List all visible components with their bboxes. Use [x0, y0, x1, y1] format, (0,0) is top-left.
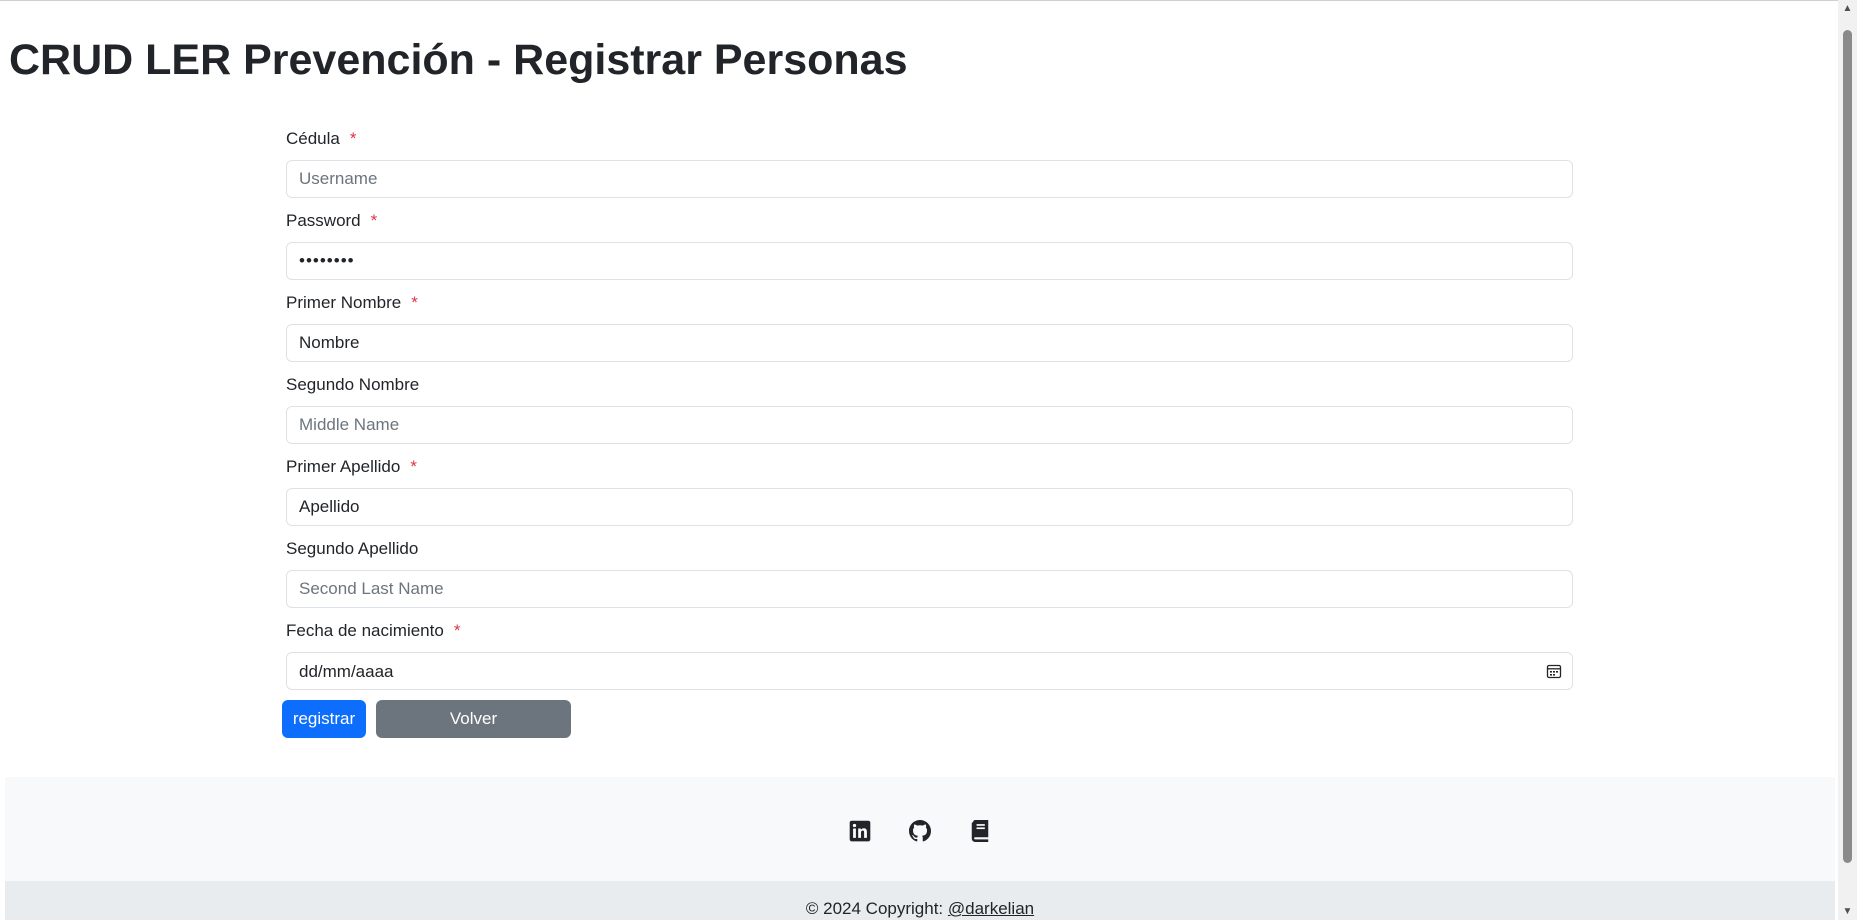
required-mark: *	[411, 293, 418, 312]
required-mark: *	[349, 129, 357, 148]
segundo-apellido-label: Segundo Apellido	[286, 538, 418, 560]
footer-social-section	[5, 777, 1835, 881]
primer-apellido-label: Primer Apellido *	[286, 456, 417, 478]
scrollbar-thumb[interactable]	[1843, 30, 1852, 863]
github-icon[interactable]	[909, 820, 931, 842]
required-mark: *	[453, 621, 461, 640]
scroll-down-arrow-icon[interactable]: ▼	[1838, 903, 1857, 920]
segundo-nombre-label: Segundo Nombre	[286, 374, 419, 396]
calendar-icon[interactable]	[1546, 663, 1562, 679]
volver-button[interactable]: Volver	[376, 700, 571, 738]
cedula-input[interactable]	[286, 160, 1573, 198]
primer-nombre-label-text: Primer Nombre	[286, 293, 402, 312]
footer-copyright: © 2024 Copyright: @darkelian	[5, 881, 1835, 920]
password-input[interactable]: ••••••••	[286, 242, 1573, 280]
password-masked-value: ••••••••	[299, 251, 355, 270]
registrar-button[interactable]: registrar	[282, 700, 366, 738]
primer-nombre-label: Primer Nombre *	[286, 292, 418, 314]
fecha-nacimiento-label: Fecha de nacimiento *	[286, 620, 460, 642]
cedula-label: Cédula *	[286, 128, 357, 150]
fecha-nacimiento-input[interactable]: dd/mm/aaaa	[286, 652, 1573, 690]
segundo-nombre-label-text: Segundo Nombre	[286, 375, 420, 394]
required-mark: *	[410, 457, 417, 476]
segundo-nombre-input[interactable]	[286, 406, 1573, 444]
copyright-text: © 2024 Copyright:	[805, 899, 948, 918]
password-label: Password *	[286, 210, 377, 232]
cedula-label-text: Cédula	[286, 129, 340, 148]
password-label-text: Password	[286, 211, 361, 230]
segundo-apellido-label-text: Segundo Apellido	[286, 539, 419, 558]
linkedin-icon[interactable]	[849, 820, 871, 842]
author-link[interactable]: @darkelian	[948, 899, 1034, 918]
register-person-form: Cédula * Password * •••••••• Primer Nombre…	[282, 0, 1573, 760]
vertical-scrollbar[interactable]: ▲ ▼	[1838, 0, 1857, 920]
scroll-up-arrow-icon[interactable]: ▲	[1838, 0, 1857, 17]
page: CRUD LER Prevención - Registrar Personas…	[0, 0, 1838, 920]
primer-nombre-input[interactable]	[286, 324, 1573, 362]
fecha-nacimiento-label-text: Fecha de nacimiento	[286, 621, 444, 640]
primer-apellido-input[interactable]	[286, 488, 1573, 526]
required-mark: *	[370, 211, 378, 230]
segundo-apellido-input[interactable]	[286, 570, 1573, 608]
date-format-placeholder: dd/mm/aaaa	[299, 662, 394, 681]
primer-apellido-label-text: Primer Apellido	[286, 457, 401, 476]
book-icon[interactable]	[969, 820, 991, 842]
